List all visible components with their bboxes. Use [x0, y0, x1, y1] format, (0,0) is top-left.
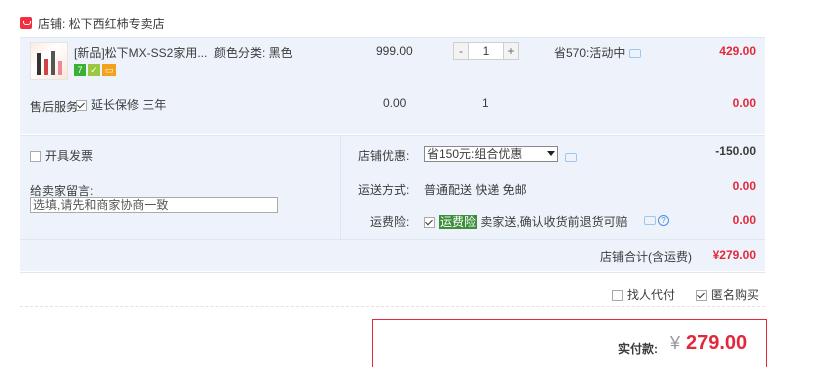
proxy-pay-checkbox[interactable] [612, 290, 623, 302]
anonymous-checkbox[interactable] [696, 290, 707, 302]
shipping-label: 运送方式: [358, 183, 410, 197]
warranty-option[interactable]: 延长保修 三年 [76, 96, 166, 113]
service-quantity: 1 [482, 96, 489, 110]
insurance-amount: 0.00 [732, 213, 756, 227]
warranty-label: 延长保修 三年 [91, 98, 167, 112]
insurance-checkbox[interactable] [424, 217, 435, 229]
anonymous-option[interactable]: 匿名购买 [696, 286, 759, 303]
card-payment-icon: ▭ [102, 64, 116, 76]
payment-currency: ¥ [670, 333, 681, 353]
seven-day-return-icon: 7 [74, 64, 86, 76]
service-subtotal: 0.00 [732, 96, 756, 110]
insurance-option[interactable]: 运费险 卖家送,确认收货前退货可赔 [424, 213, 628, 230]
discount-label: 店铺优惠: [358, 149, 410, 163]
insurance-tag: 运费险 [439, 215, 478, 229]
increase-button[interactable]: + [503, 43, 518, 59]
invoice-checkbox[interactable] [30, 151, 41, 163]
promo-text: 省570:活动中 [554, 46, 626, 60]
product-thumbnail[interactable] [30, 42, 68, 80]
product-badges: 7 ✓ ▭ [74, 64, 116, 76]
payment-label: 实付款: [618, 342, 658, 356]
product-title[interactable]: [新品]松下MX-SS2家用... [74, 44, 207, 61]
insurance-chat-icon[interactable] [644, 216, 656, 225]
service-price: 0.00 [383, 96, 407, 110]
message-input[interactable]: 选填,请先和商家协商一致 [30, 197, 278, 213]
discount-amount: -150.00 [715, 144, 756, 158]
unit-price: 999.00 [376, 44, 413, 58]
discount-select[interactable]: 省150元:组合优惠 [424, 146, 558, 162]
guarantee-icon: ✓ [88, 64, 100, 76]
quantity-input[interactable]: 1 [469, 43, 503, 59]
row-divider [20, 239, 765, 240]
payment-amount: 279.00 [686, 332, 748, 354]
invoice-option[interactable]: 开具发票 [30, 147, 93, 164]
item-subtotal: 429.00 [719, 44, 756, 58]
insurance-label: 运费险: [370, 215, 410, 229]
quantity-stepper: - 1 + [453, 42, 519, 60]
anonymous-label: 匿名购买 [711, 288, 760, 302]
discount-selected: 省150元:组合优惠 [427, 147, 523, 161]
separator [20, 272, 765, 273]
discount-chat-icon[interactable] [565, 153, 577, 163]
product-sku: 颜色分类: 黑色 [214, 46, 293, 60]
chevron-down-icon [547, 151, 555, 156]
help-icon[interactable]: ? [658, 215, 669, 226]
promo-info: 省570:活动中 [554, 44, 642, 61]
shop-icon [20, 17, 32, 29]
chat-icon[interactable] [629, 49, 642, 59]
shipping-method: 普通配送 快递 免邮 [424, 183, 527, 197]
warranty-checkbox[interactable] [76, 100, 87, 112]
shop-header: 店铺: 松下西红柿专卖店 [20, 12, 165, 34]
dashed-separator [20, 306, 765, 308]
insurance-text: 卖家送,确认收货前退货可赔 [477, 215, 628, 229]
shipping-amount: 0.00 [732, 179, 756, 193]
proxy-pay-label: 找人代付 [627, 288, 676, 302]
shop-total-amount: ¥279.00 [712, 248, 756, 262]
decrease-button[interactable]: - [454, 43, 469, 59]
insurance-help: ? [640, 215, 669, 226]
shop-total-label: 店铺合计(含运费) [600, 250, 692, 264]
service-label: 售后服务 [30, 100, 79, 114]
proxy-pay-option[interactable]: 找人代付 [612, 286, 675, 303]
invoice-label: 开具发票 [45, 149, 94, 163]
column-divider [340, 135, 341, 239]
shop-name[interactable]: 店铺: 松下西红柿专卖店 [38, 15, 165, 32]
